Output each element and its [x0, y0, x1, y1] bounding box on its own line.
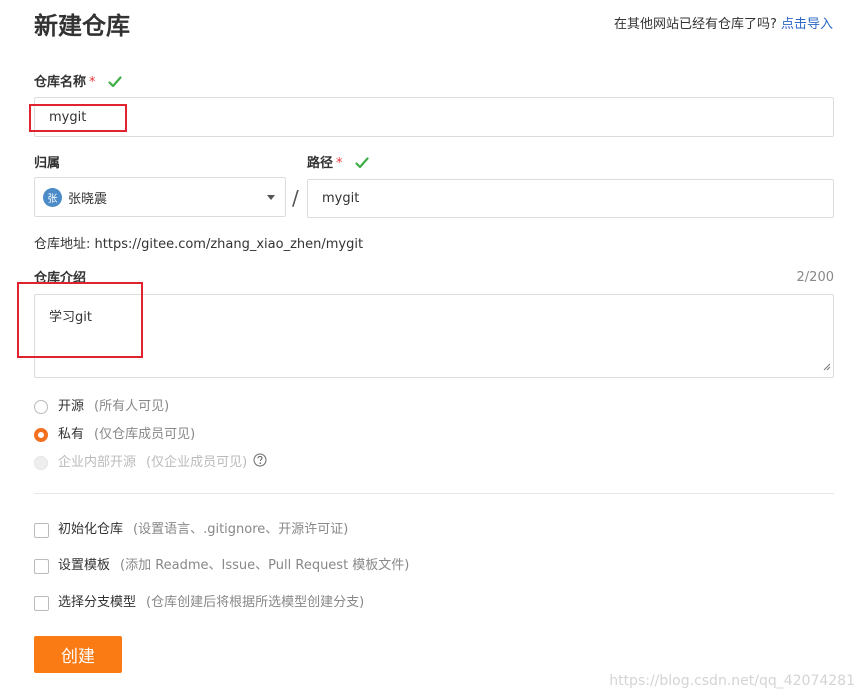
checkbox[interactable]: [34, 595, 49, 611]
option-hint: (设置语言、.gitignore、开源许可证): [133, 522, 349, 537]
option-hint: (仓库创建后将根据所选模型创建分支): [146, 595, 365, 610]
radio-hint: (仅仓库成员可见): [94, 427, 196, 442]
radio-label: 企业内部开源: [58, 455, 137, 470]
path-label: 路径 *: [307, 155, 369, 175]
owner-select[interactable]: 张 张晓震: [34, 177, 286, 217]
radio-button-checked[interactable]: [34, 428, 48, 442]
watermark: https://blog.csdn.net/qq_42074281: [609, 673, 855, 689]
repo-name-label-text: 仓库名称: [34, 75, 87, 90]
check-icon: [108, 76, 122, 94]
divider: [34, 493, 834, 494]
radio-hint: (仅企业成员可见): [146, 455, 248, 470]
radio-button-disabled: [34, 456, 48, 470]
radio-label: 开源: [58, 399, 85, 414]
checkbox[interactable]: [34, 522, 49, 538]
radio-hint: (所有人可见): [94, 399, 170, 414]
radio-open-source[interactable]: 开源 (所有人可见): [34, 398, 169, 416]
resize-handle-icon[interactable]: [822, 360, 831, 375]
checkbox[interactable]: [34, 558, 49, 574]
import-link[interactable]: 点击导入: [781, 17, 833, 32]
option-template[interactable]: 设置模板 (添加 Readme、Issue、Pull Request 模板文件): [34, 557, 409, 575]
owner-label: 归属: [34, 156, 61, 171]
path-value: mygit: [322, 191, 360, 206]
option-label: 初始化仓库: [58, 522, 124, 537]
option-label: 设置模板: [58, 558, 111, 573]
description-label: 仓库介绍: [34, 271, 87, 286]
import-prompt: 在其他网站已经有仓库了吗?: [613, 17, 777, 32]
option-branch-model[interactable]: 选择分支模型 (仓库创建后将根据所选模型创建分支): [34, 594, 364, 612]
owner-value: 张晓震: [68, 191, 108, 207]
description-value: 学习git: [49, 310, 92, 325]
path-separator: /: [292, 186, 299, 210]
avatar: 张: [43, 187, 62, 207]
import-hint: 在其他网站已经有仓库了吗? 点击导入: [614, 16, 833, 34]
radio-button[interactable]: [34, 400, 48, 414]
description-textarea[interactable]: 学习git: [34, 294, 834, 378]
repo-name-label: 仓库名称 *: [34, 74, 122, 94]
required-mark: *: [336, 156, 343, 171]
path-input[interactable]: mygit: [307, 179, 834, 218]
repo-name-value: mygit: [49, 109, 87, 125]
page-title: 新建仓库: [34, 12, 130, 40]
path-label-text: 路径: [307, 156, 334, 171]
repo-address: 仓库地址: https://gitee.com/zhang_xiao_zhen/…: [34, 237, 364, 252]
check-icon: [355, 157, 369, 175]
repo-name-input[interactable]: mygit: [34, 97, 834, 137]
required-mark: *: [89, 75, 96, 90]
chevron-down-icon: [267, 195, 275, 200]
radio-private[interactable]: 私有 (仅仓库成员可见): [34, 426, 195, 444]
question-circle-icon[interactable]: [253, 453, 267, 473]
option-hint: (添加 Readme、Issue、Pull Request 模板文件): [120, 558, 410, 573]
option-label: 选择分支模型: [58, 595, 137, 610]
radio-label: 私有: [58, 427, 85, 442]
option-init-repo[interactable]: 初始化仓库 (设置语言、.gitignore、开源许可证): [34, 521, 348, 539]
radio-enterprise: 企业内部开源 (仅企业成员可见): [34, 453, 267, 473]
create-button[interactable]: 创建: [34, 636, 122, 673]
description-counter: 2/200: [796, 270, 834, 285]
